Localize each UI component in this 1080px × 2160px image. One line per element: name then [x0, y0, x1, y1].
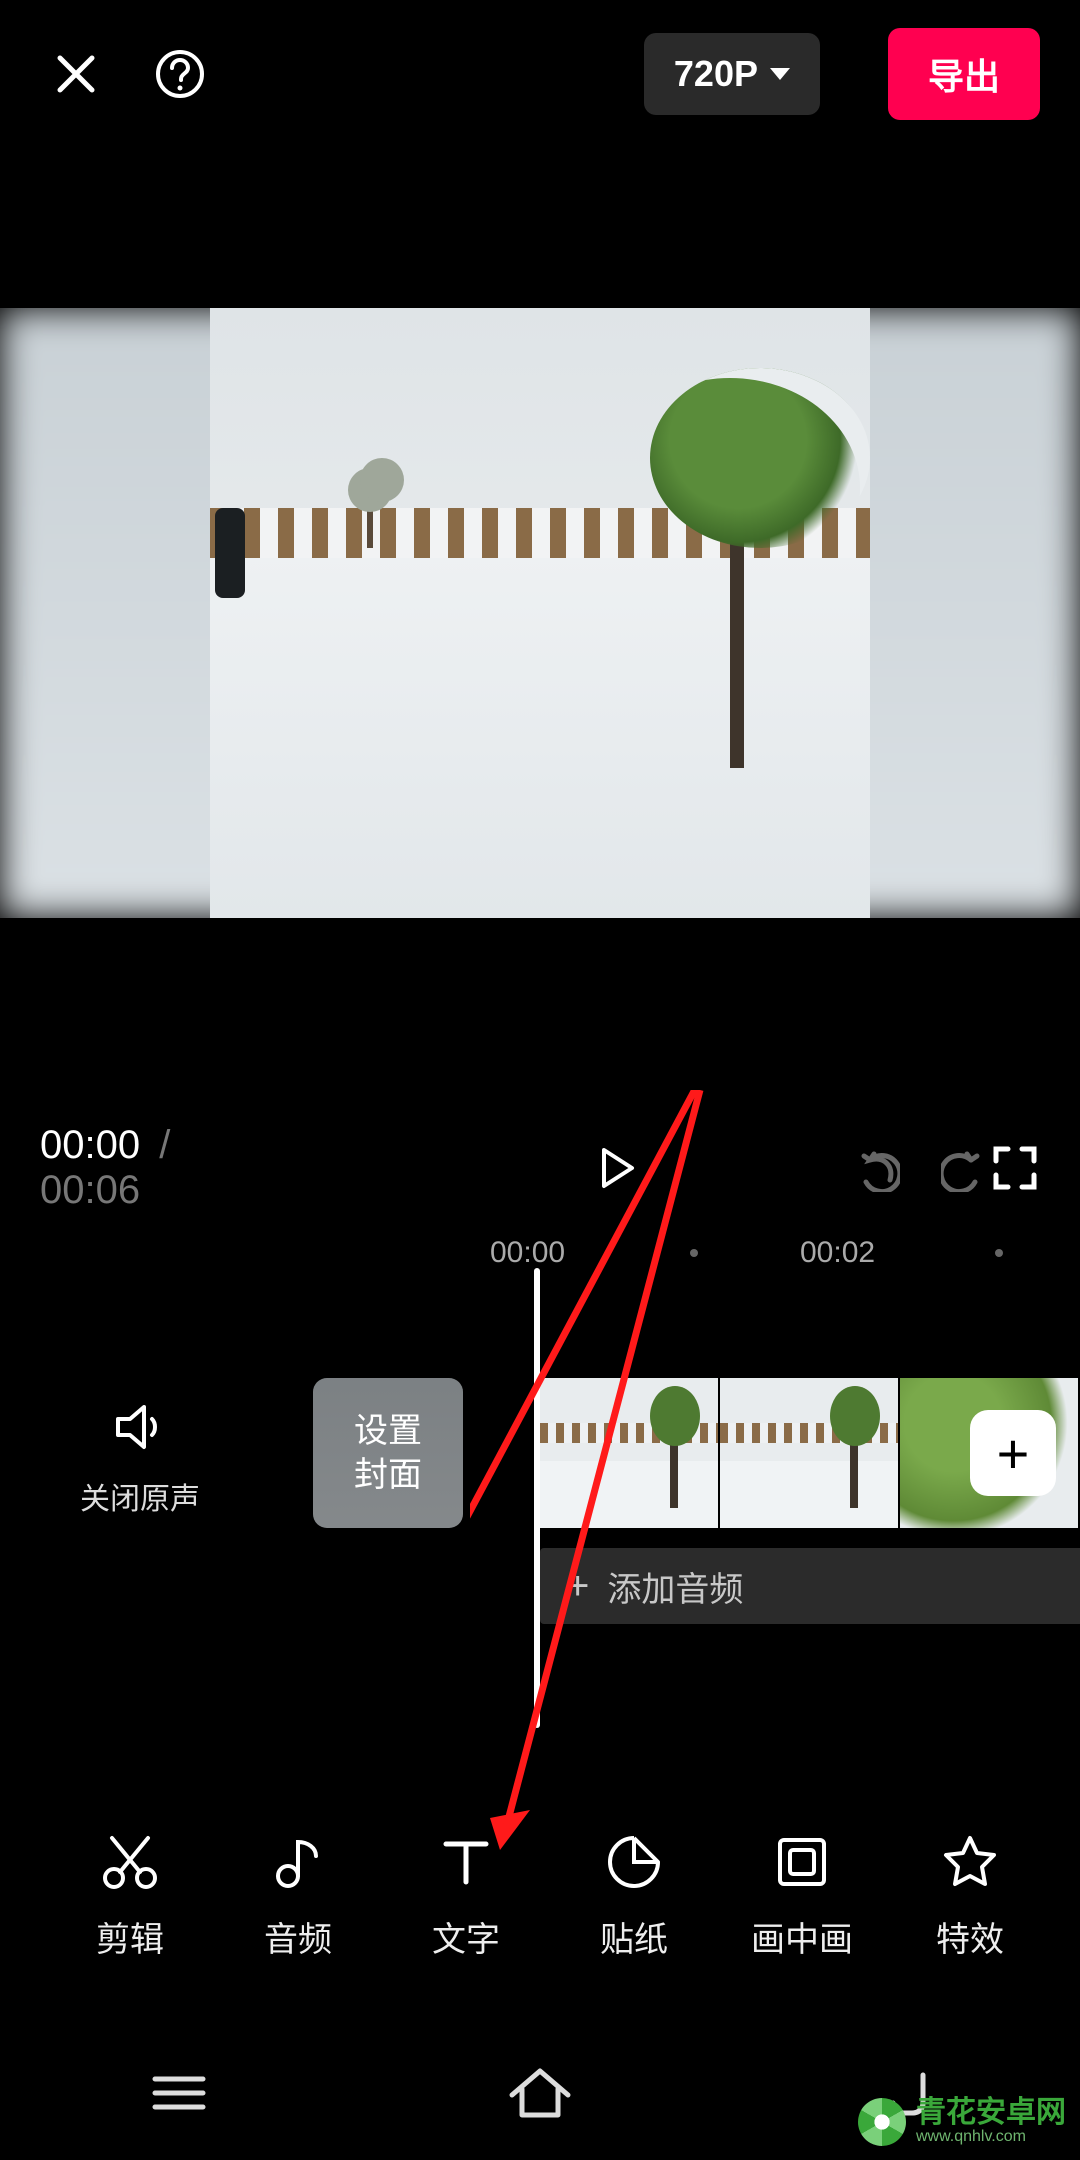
clip-thumb[interactable]	[720, 1378, 900, 1528]
time-ruler[interactable]: 00:00 00:02	[0, 1228, 1080, 1278]
tool-label: 画中画	[751, 1912, 853, 1961]
ruler-dot	[690, 1249, 698, 1257]
close-icon	[52, 50, 100, 98]
ruler-dot	[995, 1249, 1003, 1257]
watermark-brand: 青花安卓网	[916, 2096, 1066, 2129]
tool-label: 音频	[264, 1912, 332, 1961]
ruler-tick: 00:00	[490, 1236, 565, 1270]
tool-edit[interactable]: 剪辑	[60, 1830, 200, 1961]
mute-label: 关闭原声	[0, 1474, 280, 1518]
clip-thumb[interactable]	[540, 1378, 720, 1528]
plus-icon: +	[997, 1421, 1030, 1486]
tool-text[interactable]: 文字	[396, 1830, 536, 1961]
play-button[interactable]	[591, 1140, 641, 1196]
add-audio-button[interactable]: + 添加音频	[540, 1548, 1080, 1624]
watermark-url: www.qnhlv.com	[916, 2128, 1066, 2146]
redo-button[interactable]	[941, 1140, 991, 1196]
tool-pip[interactable]: 画中画	[732, 1830, 872, 1961]
close-button[interactable]	[48, 46, 104, 102]
tool-sticker[interactable]: 贴纸	[564, 1830, 704, 1961]
export-button[interactable]: 导出	[888, 28, 1040, 120]
tool-audio[interactable]: 音频	[228, 1830, 368, 1961]
help-button[interactable]	[152, 46, 208, 102]
time-separator: /	[159, 1123, 170, 1167]
timeline[interactable]: 00:00 00:02 关闭原声 设置 封面 + + 添加音频	[0, 1228, 1080, 1748]
resolution-label: 720P	[674, 53, 758, 95]
set-cover-button[interactable]: 设置 封面	[313, 1378, 463, 1528]
add-clip-button[interactable]: +	[970, 1410, 1056, 1496]
add-audio-label: 添加音频	[607, 1562, 743, 1611]
fullscreen-icon	[992, 1145, 1038, 1191]
play-icon	[592, 1144, 640, 1192]
tool-label: 特效	[936, 1912, 1004, 1961]
time-display: 00:00 / 00:06	[40, 1123, 261, 1213]
total-time: 00:06	[40, 1168, 140, 1212]
video-preview[interactable]	[0, 308, 1080, 918]
chevron-down-icon	[770, 68, 790, 80]
watermark-logo-icon	[858, 2098, 906, 2146]
tool-label: 贴纸	[600, 1912, 668, 1961]
star-icon	[942, 1834, 998, 1890]
tool-effect[interactable]: 特效	[900, 1830, 1040, 1961]
undo-icon	[852, 1144, 900, 1192]
cover-label: 设置 封面	[354, 1409, 422, 1497]
mute-original-button[interactable]: 关闭原声	[0, 1399, 280, 1518]
menu-icon	[151, 2073, 207, 2113]
help-icon	[154, 48, 206, 100]
resolution-selector[interactable]: 720P	[644, 33, 820, 115]
pip-icon	[774, 1834, 830, 1890]
music-note-icon	[270, 1834, 326, 1890]
redo-icon	[941, 1144, 989, 1192]
tool-label: 文字	[432, 1912, 500, 1961]
home-icon	[508, 2067, 572, 2119]
watermark: 青花安卓网 www.qnhlv.com	[858, 2098, 1066, 2146]
nav-recents-button[interactable]	[151, 2073, 207, 2118]
tool-label: 剪辑	[96, 1912, 164, 1961]
speaker-icon	[112, 1399, 168, 1455]
text-icon	[440, 1836, 492, 1888]
preview-frame	[210, 308, 870, 918]
plus-icon: +	[566, 1564, 589, 1609]
sticker-icon	[606, 1834, 662, 1890]
bottom-toolbar: 剪辑 音频 文字 贴纸 画中画 特效	[0, 1830, 1080, 1961]
ruler-tick: 00:02	[800, 1236, 875, 1270]
current-time: 00:00	[40, 1123, 140, 1167]
undo-button[interactable]	[851, 1140, 901, 1196]
playback-controls: 00:00 / 00:06	[0, 1128, 1080, 1208]
scissors-icon	[100, 1832, 160, 1892]
editor-top-bar: 720P 导出	[0, 0, 1080, 148]
nav-home-button[interactable]	[508, 2067, 572, 2124]
fullscreen-button[interactable]	[990, 1140, 1040, 1196]
video-track: 关闭原声 设置 封面 +	[0, 1378, 1080, 1538]
